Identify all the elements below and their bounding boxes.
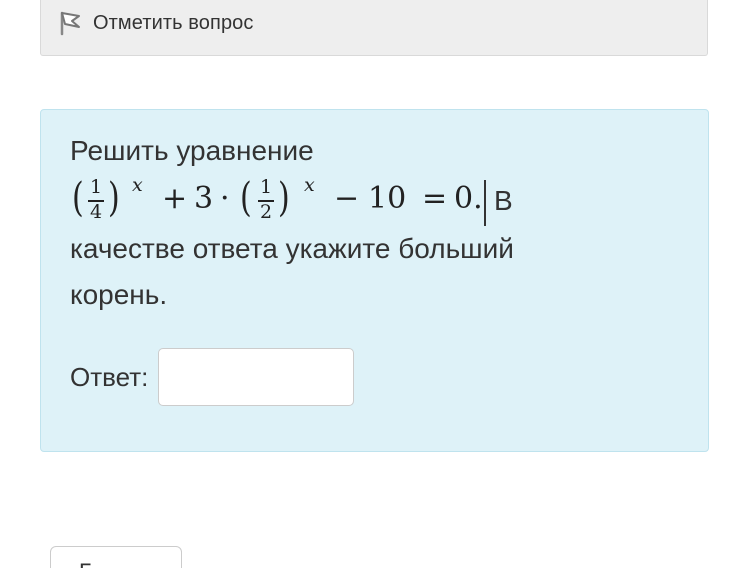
right-paren: ) xyxy=(107,175,120,221)
exponent-2: x xyxy=(304,174,315,196)
frac1-numerator: 1 xyxy=(90,176,103,198)
bottom-button[interactable]: Г xyxy=(50,546,182,568)
frac1-denominator: 4 xyxy=(90,201,103,223)
multiply-dot: · xyxy=(220,181,230,216)
flag-question-label: Отметить вопрос xyxy=(93,11,254,34)
answer-input[interactable] xyxy=(158,348,355,406)
frac2-denominator: 2 xyxy=(260,201,273,223)
minus-sign: − xyxy=(334,181,360,216)
quiz-page: Отметить вопрос Решить уравнение ( 1 4 )… xyxy=(0,0,750,568)
frac2-numerator: 1 xyxy=(260,176,273,198)
bottom-button-label: Г xyxy=(79,559,91,568)
question-box: Решить уравнение ( 1 4 ) x + 3 · ( 1 2)… xyxy=(40,109,709,452)
flag-icon xyxy=(59,10,83,36)
question-text: Решить уравнение ( 1 4 ) x + 3 · ( 1 2)… xyxy=(70,128,670,318)
equation-line: ( 1 4 ) x + 3 · ( 1 2 ) x − 10 = 0. В xyxy=(70,174,670,226)
left-paren: ( xyxy=(71,175,84,221)
constant-10: 10 xyxy=(368,181,407,216)
left-paren-2: ( xyxy=(239,175,252,221)
exponent-1: x xyxy=(132,174,143,196)
question-line-3: качестве ответа укажите больший xyxy=(70,233,514,264)
right-paren-2: ) xyxy=(277,175,290,221)
text-cursor xyxy=(484,180,486,226)
question-continuation: В xyxy=(494,185,513,216)
equation: ( 1 4 ) x + 3 · ( 1 2 ) x − 10 = 0. xyxy=(70,174,490,230)
answer-label: Ответ: xyxy=(70,361,149,392)
equals-sign: = xyxy=(422,181,448,216)
flag-question-bar: Отметить вопрос xyxy=(40,0,708,56)
coefficient-3: 3 xyxy=(194,181,214,216)
question-line-4: корень. xyxy=(70,279,168,310)
answer-row: Ответ: xyxy=(70,348,355,406)
question-line-1: Решить уравнение xyxy=(70,135,314,166)
flag-question-link[interactable]: Отметить вопрос xyxy=(59,10,254,36)
plus-sign: + xyxy=(162,181,188,216)
zero-value: 0. xyxy=(454,181,483,216)
